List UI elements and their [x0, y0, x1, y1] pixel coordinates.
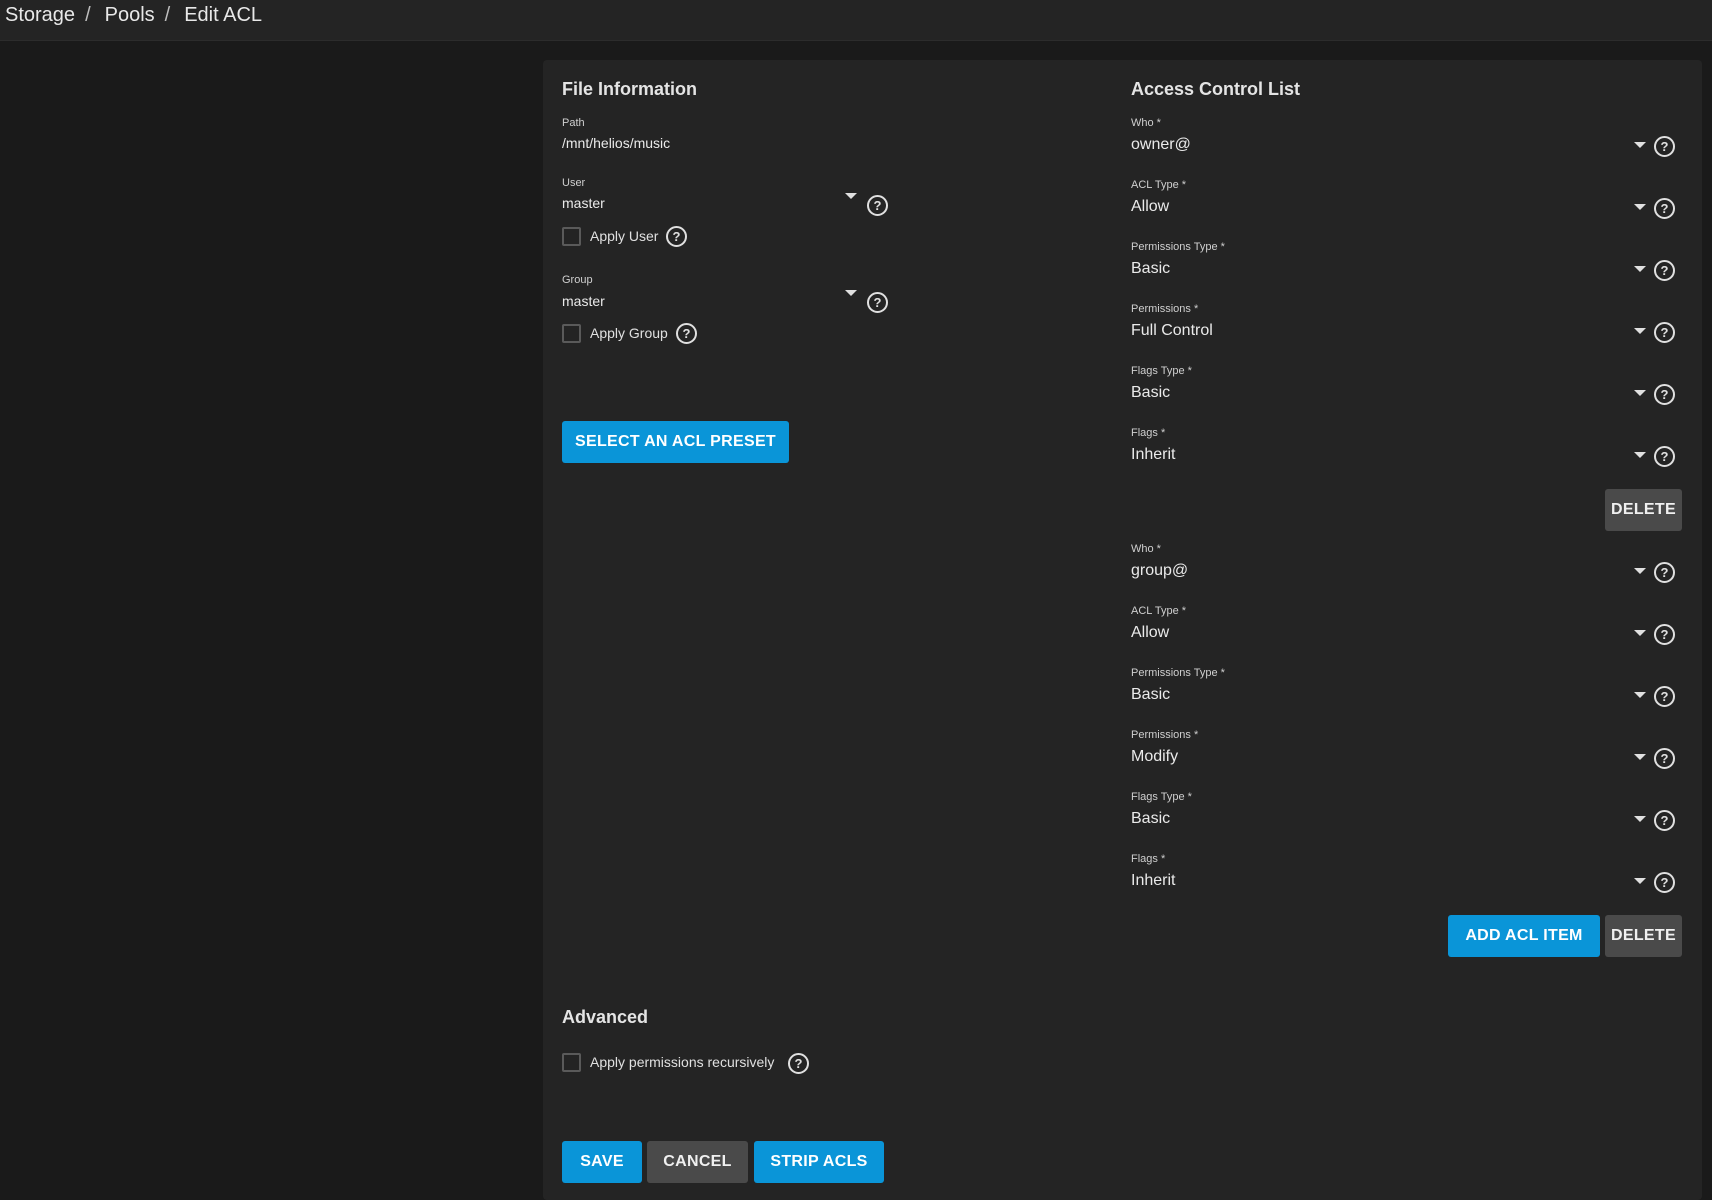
- acl1-flags-caret-down-icon[interactable]: [1634, 452, 1646, 458]
- select-acl-preset-button[interactable]: SELECT AN ACL PRESET: [562, 421, 789, 463]
- acl2-type-select[interactable]: Allow: [1131, 624, 1631, 642]
- acl1-perm-type-label: Permissions Type *: [1131, 241, 1225, 253]
- group-label: Group: [562, 274, 593, 286]
- acl1-who-label: Who *: [1131, 117, 1161, 129]
- acl2-flags-select[interactable]: Inherit: [1131, 872, 1631, 890]
- acl1-flags-label: Flags *: [1131, 427, 1166, 439]
- acl-title: Access Control List: [1131, 79, 1301, 99]
- acl2-perm-type-caret-down-icon[interactable]: [1634, 692, 1646, 698]
- acl1-perms-caret-down-icon[interactable]: [1634, 328, 1646, 334]
- acl2-type-help-icon[interactable]: ?: [1654, 624, 1675, 645]
- user-select[interactable]: master: [562, 195, 852, 211]
- acl2-flags-type-label: Flags Type *: [1131, 791, 1192, 803]
- cancel-button[interactable]: CANCEL: [647, 1141, 748, 1183]
- user-help-icon[interactable]: ?: [867, 195, 888, 216]
- acl1-type-caret-down-icon[interactable]: [1634, 204, 1646, 210]
- acl2-perm-type-label: Permissions Type *: [1131, 667, 1225, 679]
- apply-recursively-help-icon[interactable]: ?: [788, 1053, 809, 1074]
- breadcrumb-edit-acl: Edit ACL: [184, 4, 263, 26]
- breadcrumb-storage[interactable]: Storage: [5, 4, 75, 27]
- acl2-delete-button[interactable]: DELETE: [1605, 915, 1682, 957]
- group-help-icon[interactable]: ?: [867, 292, 888, 313]
- apply-user-help-icon[interactable]: ?: [666, 226, 687, 247]
- strip-acls-button[interactable]: STRIP ACLS: [754, 1141, 884, 1183]
- acl2-perm-type-help-icon[interactable]: ?: [1654, 686, 1675, 707]
- acl2-perms-label: Permissions *: [1131, 729, 1199, 741]
- acl1-who-select[interactable]: owner@: [1131, 136, 1631, 154]
- acl2-who-label: Who *: [1131, 543, 1161, 555]
- acl1-flags-type-select[interactable]: Basic: [1131, 384, 1631, 402]
- edit-acl-card: File Information Path /mnt/helios/music …: [543, 60, 1702, 1200]
- acl2-flags-type-caret-down-icon[interactable]: [1634, 816, 1646, 822]
- acl1-flags-type-label: Flags Type *: [1131, 365, 1192, 377]
- acl2-who-help-icon[interactable]: ?: [1654, 562, 1675, 583]
- acl2-flags-type-help-icon[interactable]: ?: [1654, 810, 1675, 831]
- path-label: Path: [562, 117, 585, 129]
- acl1-who-caret-down-icon[interactable]: [1634, 142, 1646, 148]
- acl1-delete-button[interactable]: DELETE: [1605, 489, 1682, 531]
- acl2-who-caret-down-icon[interactable]: [1634, 568, 1646, 574]
- acl2-flags-help-icon[interactable]: ?: [1654, 872, 1675, 893]
- save-button[interactable]: SAVE: [562, 1141, 642, 1183]
- acl1-who-help-icon[interactable]: ?: [1654, 136, 1675, 157]
- breadcrumb-pools[interactable]: Pools: [105, 4, 155, 27]
- acl1-perms-select[interactable]: Full Control: [1131, 322, 1631, 340]
- advanced-title: Advanced: [562, 1007, 649, 1027]
- acl1-perm-type-select[interactable]: Basic: [1131, 260, 1631, 278]
- apply-recursively-checkbox[interactable]: [562, 1053, 581, 1072]
- apply-user-checkbox[interactable]: [562, 227, 581, 246]
- apply-user-label: Apply User: [590, 228, 659, 244]
- acl2-perm-type-select[interactable]: Basic: [1131, 686, 1631, 704]
- apply-recursively-label: Apply permissions recursively: [590, 1054, 775, 1070]
- path-value: /mnt/helios/music: [562, 135, 671, 151]
- breadcrumb: Storage / Pools / Edit ACL: [5, 4, 262, 27]
- acl1-flags-help-icon[interactable]: ?: [1654, 446, 1675, 467]
- user-label: User: [562, 177, 586, 189]
- acl1-perm-type-caret-down-icon[interactable]: [1634, 266, 1646, 272]
- acl2-perms-help-icon[interactable]: ?: [1654, 748, 1675, 769]
- acl1-perms-help-icon[interactable]: ?: [1654, 322, 1675, 343]
- acl2-perms-caret-down-icon[interactable]: [1634, 754, 1646, 760]
- acl1-type-label: ACL Type *: [1131, 179, 1187, 191]
- acl2-flags-caret-down-icon[interactable]: [1634, 878, 1646, 884]
- acl1-flags-type-caret-down-icon[interactable]: [1634, 390, 1646, 396]
- breadcrumb-separator: /: [164, 4, 171, 26]
- acl2-type-label: ACL Type *: [1131, 605, 1187, 617]
- acl1-flags-select[interactable]: Inherit: [1131, 446, 1631, 464]
- group-caret-down-icon[interactable]: [845, 290, 857, 296]
- add-acl-item-button[interactable]: ADD ACL ITEM: [1448, 915, 1600, 957]
- apply-group-help-icon[interactable]: ?: [676, 323, 697, 344]
- apply-group-label: Apply Group: [590, 325, 668, 341]
- acl2-type-caret-down-icon[interactable]: [1634, 630, 1646, 636]
- group-select[interactable]: master: [562, 293, 852, 309]
- acl1-type-select[interactable]: Allow: [1131, 198, 1631, 216]
- acl2-perms-select[interactable]: Modify: [1131, 748, 1631, 766]
- top-bar: Storage / Pools / Edit ACL: [0, 0, 1712, 41]
- breadcrumb-separator: /: [85, 4, 91, 26]
- acl2-flags-label: Flags *: [1131, 853, 1166, 865]
- user-caret-down-icon[interactable]: [845, 193, 857, 199]
- apply-group-checkbox[interactable]: [562, 324, 581, 343]
- acl2-who-select[interactable]: group@: [1131, 562, 1631, 580]
- acl1-flags-type-help-icon[interactable]: ?: [1654, 384, 1675, 405]
- acl1-type-help-icon[interactable]: ?: [1654, 198, 1675, 219]
- file-info-title: File Information: [562, 79, 697, 99]
- acl1-perms-label: Permissions *: [1131, 303, 1199, 315]
- acl2-flags-type-select[interactable]: Basic: [1131, 810, 1631, 828]
- acl1-perm-type-help-icon[interactable]: ?: [1654, 260, 1675, 281]
